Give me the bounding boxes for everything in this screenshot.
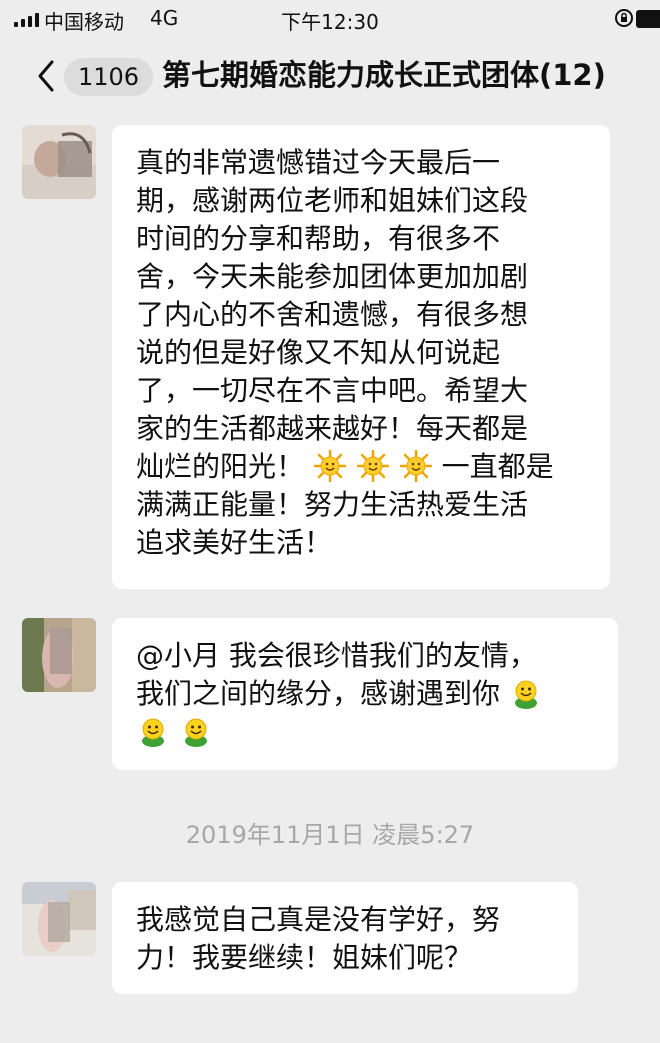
avatar[interactable] xyxy=(22,618,96,692)
message-text-fragment: 我们之间的缘分，感谢遇到你 xyxy=(136,677,501,710)
message-text-line: 满满正能量！努力生活热爱生活 xyxy=(136,488,529,521)
sun-emoji-icon xyxy=(356,450,389,482)
battery-icon xyxy=(636,10,660,28)
message-text-fragment: 灿烂的阳光！ xyxy=(136,450,305,483)
avatar[interactable] xyxy=(22,125,96,199)
message-text-line: 了，一切尽在不言中吧。希望大 xyxy=(136,374,529,407)
message-text-line: 真的非常遗憾错过今天最后一 xyxy=(136,146,501,179)
status-bar: 中国移动 4G 下午12:30 xyxy=(0,0,660,38)
smile-emoji-icon xyxy=(184,718,207,747)
message-text-fragment: 一直都是 xyxy=(441,450,554,483)
message-text-line: 家的生活都越来越好！每天都是 xyxy=(136,412,529,445)
message-text-line: 时间的分享和帮助，有很多不 xyxy=(136,222,501,255)
message-text-line: 期，感谢两位老师和姐妹们这段 xyxy=(136,184,529,217)
message-text-line: @小月 我会很珍惜我们的友情， xyxy=(136,639,537,672)
smile-emoji-icon xyxy=(514,680,537,709)
status-time: 下午12:30 xyxy=(281,10,379,34)
orientation-lock-icon xyxy=(615,9,633,27)
message-bubble[interactable]: @小月 我会很珍惜我们的友情， 我们之间的缘分，感谢遇到你 xyxy=(112,618,618,770)
message-text-line: 力！我要继续！姐妹们呢？ xyxy=(136,941,473,974)
chat-header: 1106 第七期婚恋能力成长正式团体(12) xyxy=(0,40,660,112)
message-text-line: 追求美好生活！ xyxy=(136,526,333,559)
chat-title: 第七期婚恋能力成长正式团体(12) xyxy=(162,58,606,92)
message-text-line: 灿烂的阳光！ 一直都是 xyxy=(136,448,586,486)
message-text-line: 我感觉自己真是没有学好，努 xyxy=(136,903,501,936)
avatar[interactable] xyxy=(22,882,96,956)
unread-count-badge[interactable]: 1106 xyxy=(64,58,154,96)
message-bubble[interactable]: 我感觉自己真是没有学好，努 力！我要继续！姐妹们呢？ xyxy=(112,882,578,994)
message-bubble[interactable]: 真的非常遗憾错过今天最后一 期，感谢两位老师和姐妹们这段 时间的分享和帮助，有很… xyxy=(112,125,610,589)
message-timestamp: 2019年11月1日 凌晨5:27 xyxy=(185,821,475,849)
sun-emoji-icon xyxy=(313,450,346,482)
message-text-line xyxy=(136,713,594,751)
sun-emoji-icon xyxy=(399,450,432,482)
message-text-line: 说的但是好像又不知从何说起 xyxy=(136,336,501,369)
smile-emoji-icon xyxy=(142,718,164,747)
message-text-line: 我们之间的缘分，感谢遇到你 xyxy=(136,675,594,713)
message-text-line: 舍，今天未能参加团体更加加剧 xyxy=(136,260,529,293)
message-text-line: 了内心的不舍和遗憾，有很多想 xyxy=(136,298,529,331)
